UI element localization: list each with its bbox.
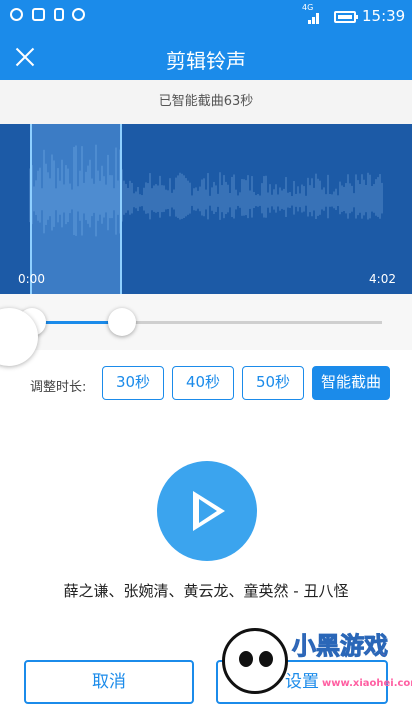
page-title: 剪辑铃声 bbox=[166, 49, 246, 73]
selection-region[interactable] bbox=[30, 124, 122, 294]
status-bar: 4G 15:39 bbox=[0, 0, 412, 34]
play-icon bbox=[193, 491, 225, 531]
duration-50s-button[interactable]: 50秒 bbox=[242, 366, 304, 400]
network-type: 4G bbox=[302, 3, 314, 12]
sim-icon bbox=[54, 8, 64, 21]
cancel-button[interactable]: 取消 bbox=[24, 660, 194, 704]
panda-mascot-icon bbox=[222, 628, 288, 694]
start-time: 0:00 bbox=[18, 272, 45, 286]
duration-label: 调整时长: bbox=[30, 380, 87, 395]
duration-40s-button[interactable]: 40秒 bbox=[172, 366, 234, 400]
notification-icon bbox=[10, 8, 23, 21]
duration-30s-button[interactable]: 30秒 bbox=[102, 366, 164, 400]
trim-info: 已智能截曲63秒 bbox=[0, 80, 412, 124]
watermark-url: www.xiaohei.com bbox=[322, 678, 412, 689]
slider-end-handle[interactable] bbox=[108, 308, 136, 336]
waveform-panel[interactable]: 0:00 4:02 bbox=[0, 124, 412, 294]
app-notification-icon bbox=[72, 8, 85, 21]
end-time: 4:02 bbox=[369, 272, 396, 286]
watermark-logo: 小黑游戏 www.xiaohei.com bbox=[222, 622, 412, 694]
smart-trim-button[interactable]: 智能截曲 bbox=[312, 366, 390, 400]
watermark-brand: 小黑游戏 bbox=[292, 632, 389, 661]
battery-icon bbox=[334, 11, 358, 23]
header: 剪辑铃声 bbox=[0, 34, 412, 80]
clock: 15:39 bbox=[362, 7, 406, 25]
play-button[interactable] bbox=[157, 461, 257, 561]
trim-slider[interactable] bbox=[0, 294, 412, 350]
song-title: 薛之谦、张婉清、黄云龙、童英然 - 丑八怪 bbox=[63, 582, 349, 600]
signal-icon bbox=[302, 12, 320, 24]
image-icon bbox=[32, 8, 45, 21]
